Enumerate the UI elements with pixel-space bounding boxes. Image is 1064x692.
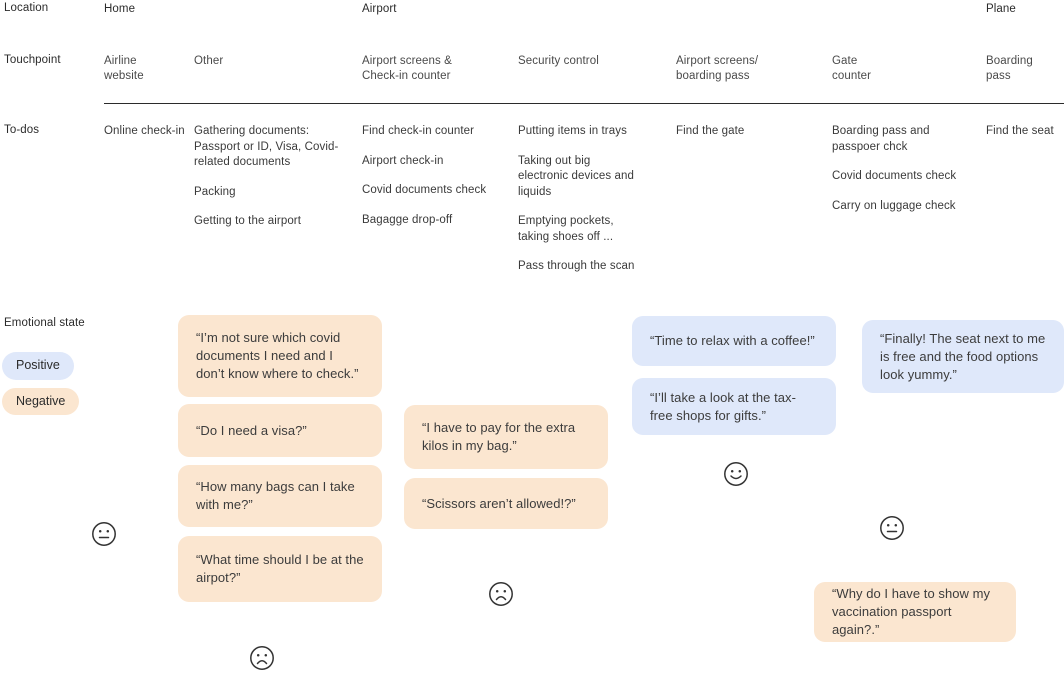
quote-card-positive[interactable]: “Finally! The seat next to me is free an… xyxy=(862,320,1064,393)
touchpoint-cell: Other xyxy=(194,55,224,67)
todo-group: Online check-in xyxy=(104,124,189,140)
todo-item: Find the gate xyxy=(676,125,745,137)
quote-card-negative[interactable]: “Why do I have to show my vaccination pa… xyxy=(814,582,1016,642)
emotion-face-sad-icon xyxy=(249,645,275,671)
journey-map-canvas: Location Touchpoint To-dos Emotional sta… xyxy=(0,0,1064,692)
quote-card-negative[interactable]: “I’m not sure which covid documents I ne… xyxy=(178,315,382,397)
legend-pill-positive[interactable]: Positive xyxy=(2,352,74,380)
row-label-location: Location xyxy=(4,2,49,14)
touchpoint-cell: Gate counter xyxy=(832,55,872,82)
quote-text: “I’ll take a look at the tax-free shops … xyxy=(650,389,796,423)
todo-item: Covid documents check xyxy=(362,184,487,196)
legend-pill-negative[interactable]: Negative xyxy=(2,387,80,415)
sentiment-legend: Positive Negative xyxy=(2,352,80,423)
quote-card-negative[interactable]: “Do I need a visa?” xyxy=(178,404,382,457)
touchpoint-cell: Security control xyxy=(518,55,599,67)
todo-item: Packing xyxy=(194,185,236,198)
emotion-face-neutral-icon xyxy=(879,515,905,541)
touchpoint-cell: Boarding pass xyxy=(986,55,1033,82)
todo-group: Find the seat xyxy=(986,124,1064,140)
quote-text: “I’m not sure which covid documents I ne… xyxy=(196,330,359,381)
todo-group: Find check-in counter Airport check-in Cov… xyxy=(362,124,492,228)
todo-item: Putting items in trays xyxy=(518,125,627,137)
quote-text: “Finally! The seat next to me is free an… xyxy=(880,330,1046,382)
touchpoint-cell: Airport screens/ boarding pass xyxy=(676,55,759,82)
todo-item: Carry on luggage check xyxy=(832,199,956,212)
todo-group: Gathering documents: Passport or ID, Vis… xyxy=(194,124,344,230)
todo-item: Getting to the airport xyxy=(194,215,302,227)
quote-card-negative[interactable]: “Scissors aren’t allowed!?” xyxy=(404,478,608,529)
quote-card-negative[interactable]: “What time should I be at the airpot?” xyxy=(178,536,382,602)
row-label-touchpoint: Touchpoint xyxy=(4,54,61,66)
quote-card-positive[interactable]: “I’ll take a look at the tax-free shops … xyxy=(632,378,836,435)
todo-item: Find the seat xyxy=(986,125,1054,137)
row-label-todos: To-dos xyxy=(4,124,40,136)
todo-item: Taking out big electronic devices and li… xyxy=(518,154,634,198)
emotion-face-neutral-icon xyxy=(91,521,117,547)
todo-item: Find check-in counter xyxy=(362,125,475,137)
todo-item: Covid documents check xyxy=(832,170,957,182)
row-label-emotional-state: Emotional state xyxy=(4,317,85,329)
touchpoint-cell: Airport screens & Check-in counter xyxy=(362,55,452,82)
location-cell: Plane xyxy=(986,3,1016,15)
quote-card-positive[interactable]: “Time to relax with a coffee!” xyxy=(632,316,836,366)
quote-text: “Do I need a visa?” xyxy=(196,422,307,438)
emotion-face-sad-icon xyxy=(488,581,514,607)
todo-item: Online check-in xyxy=(104,125,185,137)
todo-item: Pass through the scan xyxy=(518,260,635,272)
todo-group: Putting items in trays Taking out big ele… xyxy=(518,124,643,275)
location-cell: Home xyxy=(104,3,136,15)
todo-group: Find the gate xyxy=(676,124,806,140)
todo-item: Gathering documents: Passport or ID, Vis… xyxy=(194,125,339,168)
quote-text: “Time to relax with a coffee!” xyxy=(650,333,815,348)
todo-item: Airport check-in xyxy=(362,154,444,167)
quote-text: “How many bags can I take with me?” xyxy=(196,479,355,512)
quote-card-negative[interactable]: “I have to pay for the extra kilos in my… xyxy=(404,405,608,469)
quote-text: “What time should I be at the airpot?” xyxy=(196,552,364,585)
quote-text: “Scissors aren’t allowed!?” xyxy=(422,495,576,511)
quote-card-negative[interactable]: “How many bags can I take with me?” xyxy=(178,465,382,527)
todo-item: Bagagge drop-off xyxy=(362,213,453,226)
header-divider xyxy=(104,103,1064,104)
location-cell: Airport xyxy=(362,3,397,15)
todo-group: Boarding pass and passpoer chck Covid doc… xyxy=(832,124,962,214)
quote-text: “I have to pay for the extra kilos in my… xyxy=(422,420,576,453)
quote-text: “Why do I have to show my vaccination pa… xyxy=(832,586,991,637)
emotion-face-happy-icon xyxy=(723,461,749,487)
todo-item: Boarding pass and passpoer chck xyxy=(832,125,930,153)
todo-item: Emptying pockets, taking shoes off ... xyxy=(518,215,614,243)
